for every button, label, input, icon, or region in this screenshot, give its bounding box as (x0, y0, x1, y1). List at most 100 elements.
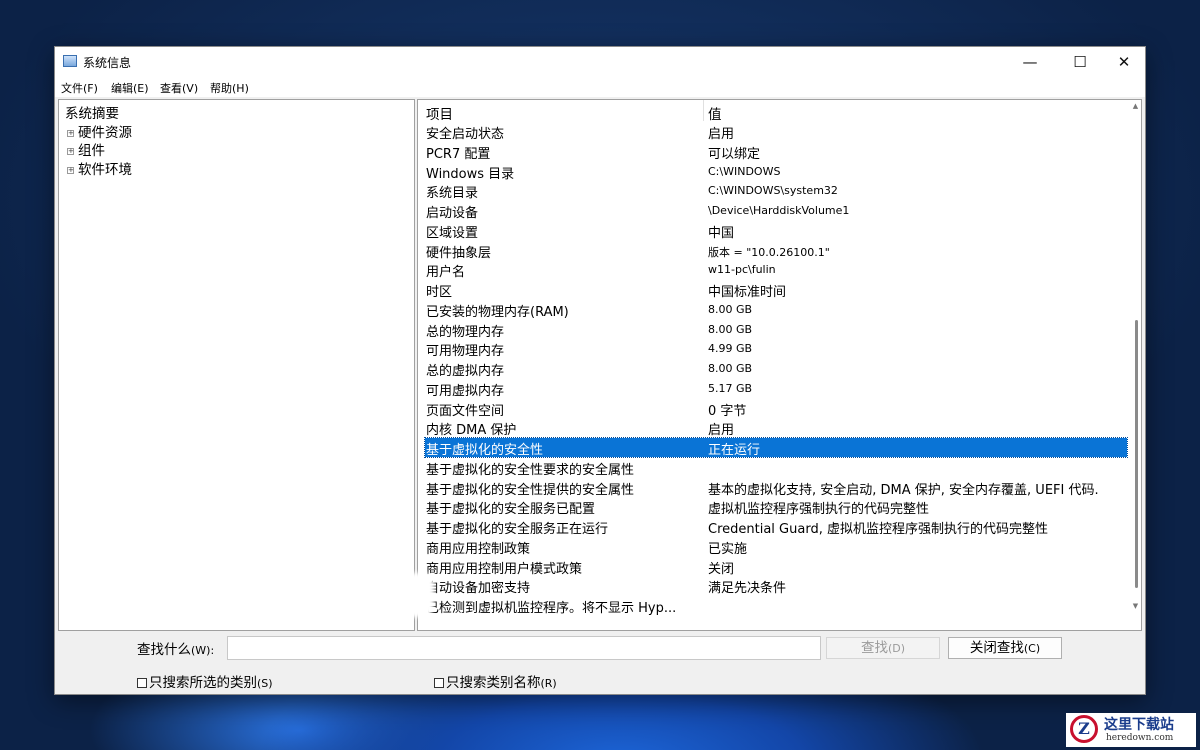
row-value-cell: 启用 (708, 127, 735, 142)
tree-item-label: 软件环境 (78, 162, 132, 178)
table-row[interactable]: 用户名 w11-pc\fulin (426, 260, 1126, 281)
table-row[interactable]: 内核 DMA 保护 启用 (426, 418, 1126, 439)
system-info-app-icon (63, 55, 77, 67)
table-row[interactable]: 基于虚拟化的安全性要求的安全属性 (426, 458, 1126, 478)
table-row[interactable]: 页面文件空间 0 字节 (426, 399, 1126, 419)
find-what-label: 查找什么(W): (137, 642, 215, 658)
row-value-cell: 基本的虚拟化支持, 安全启动, DMA 保护, 安全内存覆盖, UEFI 代码. (708, 482, 1099, 498)
table-row[interactable]: 硬件抽象层 版本 = "10.0.26100.1" (426, 241, 1126, 261)
table-row[interactable]: 商用应用控制用户模式政策 关闭 (426, 557, 1126, 577)
column-divider[interactable] (703, 100, 704, 121)
search-selected-category-checkbox[interactable]: 只搜索所选的类别(S) (137, 671, 273, 691)
row-item-cell: PCR7 配置 (426, 146, 491, 162)
table-row[interactable]: 系统目录 C:\WINDOWS\system32 (426, 181, 1126, 201)
row-item-cell: 安全启动状态 (426, 127, 505, 142)
row-value-cell: 满足先决条件 (708, 581, 787, 597)
column-header-item[interactable]: 项目 (426, 103, 453, 123)
menu-view[interactable]: 查看(V) (160, 80, 198, 96)
row-item-cell: 总的物理内存 (426, 324, 505, 340)
minimize-button[interactable]: — (1007, 47, 1053, 77)
row-value-cell: 8.00 GB (708, 322, 753, 336)
row-value-cell: 启用 (708, 423, 735, 439)
watermark: Z 这里下载站 heredown.com (1066, 713, 1196, 747)
table-row[interactable]: 已检测到虚拟机监控程序。将不显示 Hyp... (426, 596, 1126, 616)
table-row[interactable]: 商用应用控制政策 已实施 (426, 537, 1126, 557)
row-item-cell: 商用应用控制用户模式政策 (426, 561, 583, 577)
row-item-cell: 用户名 (426, 265, 466, 281)
details-list[interactable]: 项目 值 安全启动状态 启用 PCR7 配置 可以绑定 Windows 目录 C:\WIN… (417, 99, 1142, 631)
tree-item-software-environment[interactable]: + 软件环境 (67, 158, 132, 178)
title-bar[interactable]: 系统信息 — ☐ ✕ (55, 47, 1145, 77)
menu-file[interactable]: 文件(F) (61, 80, 98, 96)
watermark-url: heredown.com (1106, 733, 1174, 743)
table-row[interactable]: 基于虚拟化的安全性提供的安全属性 基本的虚拟化支持, 安全启动, DMA 保护, … (426, 478, 1126, 498)
row-value-cell: 版本 = "10.0.26100.1" (708, 245, 830, 259)
tree-item-components[interactable]: + 组件 (67, 139, 105, 159)
tree-item-hardware-resources[interactable]: + 硬件资源 (67, 121, 132, 141)
table-row[interactable]: 总的物理内存 8.00 GB (426, 320, 1126, 340)
column-header-value[interactable]: 值 (708, 103, 722, 123)
menu-edit[interactable]: 编辑(E) (111, 80, 149, 96)
table-row[interactable]: 可用虚拟内存 5.17 GB (426, 379, 1126, 399)
category-tree[interactable]: 系统摘要 + 硬件资源 + 组件 + 软件环境 (58, 99, 415, 631)
expand-plus-icon[interactable]: + (67, 167, 74, 174)
row-value-cell: \Device\HarddiskVolume1 (708, 204, 850, 217)
checkbox-icon[interactable] (137, 678, 147, 688)
close-find-button[interactable]: 关闭查找(C) (948, 637, 1062, 659)
table-row[interactable]: 时区 中国标准时间 (426, 280, 1126, 300)
row-value-cell: 5.17 GB (708, 381, 753, 395)
row-item-cell: 基于虚拟化的安全服务已配置 (426, 502, 596, 518)
table-row[interactable]: PCR7 配置 可以绑定 (426, 142, 1126, 162)
table-row[interactable]: 基于虚拟化的安全服务正在运行 Credential Guard, 虚拟机监控程序强… (426, 517, 1126, 537)
row-item-cell: 可用虚拟内存 (426, 383, 505, 399)
scroll-up-arrow-icon[interactable]: ▲ (1131, 102, 1140, 111)
tree-item-label: 组件 (78, 143, 105, 159)
row-value-cell: C:\WINDOWS (708, 164, 781, 178)
table-row[interactable]: 已安装的物理内存(RAM) 8.00 GB (426, 300, 1126, 320)
table-row[interactable]: 可用物理内存 4.99 GB (426, 339, 1126, 360)
row-item-cell: 总的虚拟内存 (426, 364, 505, 379)
row-item-cell: 基于虚拟化的安全性要求的安全属性 (426, 462, 635, 478)
expand-plus-icon[interactable]: + (67, 148, 74, 155)
table-row[interactable]: 启动设备 \Device\HarddiskVolume1 (426, 201, 1126, 221)
scrollbar-thumb[interactable] (1135, 320, 1138, 588)
row-item-cell: 页面文件空间 (426, 403, 505, 419)
checkbox-icon[interactable] (434, 678, 444, 688)
table-row[interactable]: 安全启动状态 启用 (426, 122, 1126, 142)
menu-bar: 文件(F) 编辑(E) 查看(V) 帮助(H) (55, 77, 1145, 97)
row-item-cell: 已安装的物理内存(RAM) (426, 304, 569, 320)
search-category-names-checkbox[interactable]: 只搜索类别名称(R) (434, 671, 557, 691)
find-bar: 查找什么(W): 查找(D) 关闭查找(C) 只搜索所选的类别(S) 只搜索类别… (55, 634, 1145, 694)
watermark-site-name: 这里下载站 (1104, 717, 1174, 733)
row-item-cell: 基于虚拟化的安全服务正在运行 (426, 522, 609, 537)
table-row[interactable]: 自动设备加密支持 满足先决条件 (426, 576, 1126, 597)
table-row[interactable]: 总的虚拟内存 8.00 GB (426, 359, 1126, 379)
table-row-selected[interactable]: 基于虚拟化的安全性 正在运行 (424, 437, 1128, 458)
table-row[interactable]: 区域设置 中国 (426, 221, 1126, 241)
row-item-cell: 已检测到虚拟机监控程序。将不显示 Hyp... (426, 601, 677, 616)
find-what-input[interactable] (227, 636, 821, 660)
vertical-scrollbar[interactable]: ▲ ▼ (1130, 102, 1141, 612)
row-value-cell: C:\WINDOWS\system32 (708, 184, 838, 198)
white-overlay-smudge (262, 573, 434, 617)
row-item-cell: 商用应用控制政策 (426, 541, 531, 557)
expand-plus-icon[interactable]: + (67, 130, 74, 137)
row-value-cell: Credential Guard, 虚拟机监控程序强制执行的代码完整性 (708, 522, 1048, 537)
find-button[interactable]: 查找(D) (826, 637, 940, 659)
row-value-cell: 正在运行 (708, 443, 761, 458)
close-button[interactable]: ✕ (1101, 47, 1147, 77)
row-value-cell: w11-pc\fulin (708, 263, 776, 277)
table-row[interactable]: 基于虚拟化的安全服务已配置 虚拟机监控程序强制执行的代码完整性 (426, 497, 1126, 518)
maximize-button[interactable]: ☐ (1057, 47, 1103, 77)
row-item-cell: 可用物理内存 (426, 344, 505, 360)
row-value-cell: 8.00 GB (708, 362, 753, 375)
scroll-down-arrow-icon[interactable]: ▼ (1131, 602, 1140, 611)
table-row[interactable]: Windows 目录 C:\WINDOWS (426, 162, 1126, 182)
row-value-cell: 4.99 GB (708, 342, 753, 356)
row-item-cell: 内核 DMA 保护 (426, 423, 517, 439)
row-value-cell: 关闭 (708, 561, 735, 577)
tree-item-system-summary[interactable]: 系统摘要 (65, 102, 119, 122)
row-value-cell: 可以绑定 (708, 146, 761, 162)
row-item-cell: Windows 目录 (426, 166, 515, 182)
menu-help[interactable]: 帮助(H) (210, 80, 249, 96)
